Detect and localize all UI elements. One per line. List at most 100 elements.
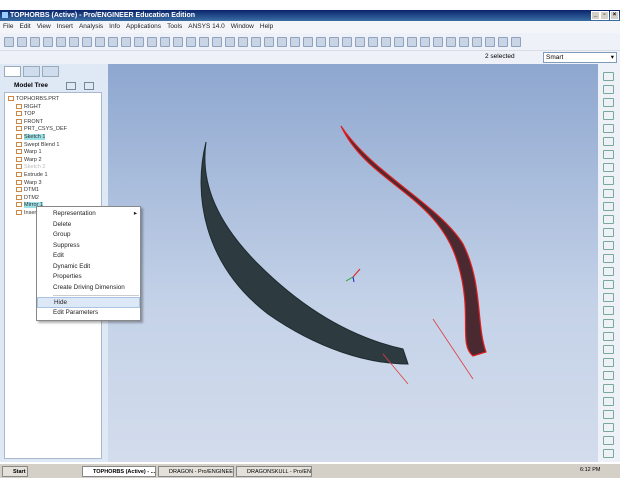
menu-ansys-14-0[interactable]: ANSYS 14.0: [188, 23, 225, 30]
toolbar-icon[interactable]: [355, 36, 365, 47]
toolbar-icon[interactable]: [199, 36, 209, 47]
maximize-button[interactable]: ▫: [600, 11, 609, 20]
tree-item[interactable]: TOP: [16, 111, 35, 118]
menu-item-suppress[interactable]: Suppress: [37, 241, 140, 252]
toolbar-icon[interactable]: [82, 36, 92, 47]
feature-tool-icon[interactable]: [603, 176, 614, 185]
feature-tool-icon[interactable]: [603, 111, 614, 120]
menu-applications[interactable]: Applications: [126, 23, 161, 30]
toolbar-icon[interactable]: [147, 36, 157, 47]
feature-tool-icon[interactable]: [603, 215, 614, 224]
toolbar-icon[interactable]: [511, 36, 521, 47]
feature-tool-icon[interactable]: [603, 293, 614, 302]
menu-file[interactable]: File: [3, 23, 13, 30]
feature-tool-icon[interactable]: [603, 423, 614, 432]
toolbar-icon[interactable]: [134, 36, 144, 47]
feature-tool-icon[interactable]: [603, 449, 614, 458]
feature-tool-icon[interactable]: [603, 319, 614, 328]
toolbar-icon[interactable]: [459, 36, 469, 47]
feature-tool-icon[interactable]: [603, 371, 614, 380]
toolbar-icon[interactable]: [225, 36, 235, 47]
tree-item[interactable]: Warp 1: [16, 149, 42, 156]
toolbar-icon[interactable]: [381, 36, 391, 47]
close-button[interactable]: ×: [610, 11, 619, 20]
toolbar-icon[interactable]: [290, 36, 300, 47]
feature-tool-icon[interactable]: [603, 254, 614, 263]
feature-tool-icon[interactable]: [603, 189, 614, 198]
feature-tool-icon[interactable]: [603, 384, 614, 393]
tree-item[interactable]: DTM1: [16, 187, 39, 194]
toolbar-icon[interactable]: [160, 36, 170, 47]
menu-item-properties[interactable]: Properties: [37, 272, 140, 283]
tree-item[interactable]: Warp 2: [16, 157, 42, 164]
tree-item[interactable]: Insert: [16, 210, 38, 217]
feature-tool-icon[interactable]: [603, 137, 614, 146]
tree-item[interactable]: TOPHORBS.PRT: [8, 96, 59, 103]
feature-tool-icon[interactable]: [603, 267, 614, 276]
menu-item-edit[interactable]: Edit: [37, 251, 140, 262]
toolbar-icon[interactable]: [303, 36, 313, 47]
toolbar-icon[interactable]: [368, 36, 378, 47]
toolbar-icon[interactable]: [4, 36, 14, 47]
feature-tool-icon[interactable]: [603, 202, 614, 211]
menu-info[interactable]: Info: [109, 23, 120, 30]
menu-item-dynamic-edit[interactable]: Dynamic Edit: [37, 262, 140, 273]
tree-item[interactable]: Extrude 1: [16, 172, 48, 179]
toolbar-icon[interactable]: [277, 36, 287, 47]
tree-item[interactable]: RIGHT: [16, 104, 41, 111]
feature-tool-icon[interactable]: [603, 306, 614, 315]
start-button[interactable]: Start: [2, 466, 28, 477]
toolbar-icon[interactable]: [472, 36, 482, 47]
feature-tool-icon[interactable]: [603, 124, 614, 133]
menu-tools[interactable]: Tools: [167, 23, 182, 30]
toolbar-icon[interactable]: [485, 36, 495, 47]
menu-analysis[interactable]: Analysis: [79, 23, 103, 30]
tab-model-tree[interactable]: [4, 66, 21, 77]
toolbar-icon[interactable]: [264, 36, 274, 47]
toolbar-icon[interactable]: [56, 36, 66, 47]
feature-tool-icon[interactable]: [603, 358, 614, 367]
toolbar-icon[interactable]: [186, 36, 196, 47]
task-0[interactable]: TOPHORBS (Active) - ...: [82, 466, 156, 477]
tree-item[interactable]: DTM2: [16, 195, 39, 202]
toolbar-icon[interactable]: [212, 36, 222, 47]
feature-tool-icon[interactable]: [603, 228, 614, 237]
show-icon[interactable]: [84, 82, 94, 90]
menu-insert[interactable]: Insert: [57, 23, 73, 30]
toolbar-icon[interactable]: [433, 36, 443, 47]
toolbar-icon[interactable]: [17, 36, 27, 47]
toolbar-icon[interactable]: [238, 36, 248, 47]
toolbar-icon[interactable]: [342, 36, 352, 47]
tab-favorites[interactable]: [42, 66, 59, 77]
toolbar-icon[interactable]: [446, 36, 456, 47]
tree-item[interactable]: FRONT: [16, 119, 43, 126]
task-1[interactable]: DRAGON - Pro/ENGINEE...: [158, 466, 234, 477]
menu-item-representation[interactable]: Representation ▸: [37, 209, 140, 220]
toolbar-icon[interactable]: [394, 36, 404, 47]
feature-tool-icon[interactable]: [603, 332, 614, 341]
menu-window[interactable]: Window: [231, 23, 254, 30]
menu-edit[interactable]: Edit: [19, 23, 30, 30]
menu-item-edit-parameters[interactable]: Edit Parameters: [37, 308, 140, 319]
minimize-button[interactable]: _: [591, 11, 600, 20]
toolbar-icon[interactable]: [251, 36, 261, 47]
menu-help[interactable]: Help: [260, 23, 273, 30]
tree-item[interactable]: Sketch 1: [16, 134, 46, 141]
menu-item-create-driving-dimension[interactable]: Create Driving Dimension: [37, 283, 140, 294]
tree-item[interactable]: Warp 3: [16, 180, 42, 187]
feature-tool-icon[interactable]: [603, 280, 614, 289]
toolbar-icon[interactable]: [108, 36, 118, 47]
menu-item-group[interactable]: Group: [37, 230, 140, 241]
toolbar-icon[interactable]: [173, 36, 183, 47]
feature-tool-icon[interactable]: [603, 397, 614, 406]
feature-tool-icon[interactable]: [603, 163, 614, 172]
menu-item-hide[interactable]: Hide: [37, 297, 140, 308]
feature-tool-icon[interactable]: [603, 241, 614, 250]
feature-tool-icon[interactable]: [603, 72, 614, 81]
menu-item-delete[interactable]: Delete: [37, 220, 140, 231]
feature-tool-icon[interactable]: [603, 436, 614, 445]
feature-tool-icon[interactable]: [603, 85, 614, 94]
toolbar-icon[interactable]: [95, 36, 105, 47]
toolbar-icon[interactable]: [498, 36, 508, 47]
feature-tool-icon[interactable]: [603, 345, 614, 354]
